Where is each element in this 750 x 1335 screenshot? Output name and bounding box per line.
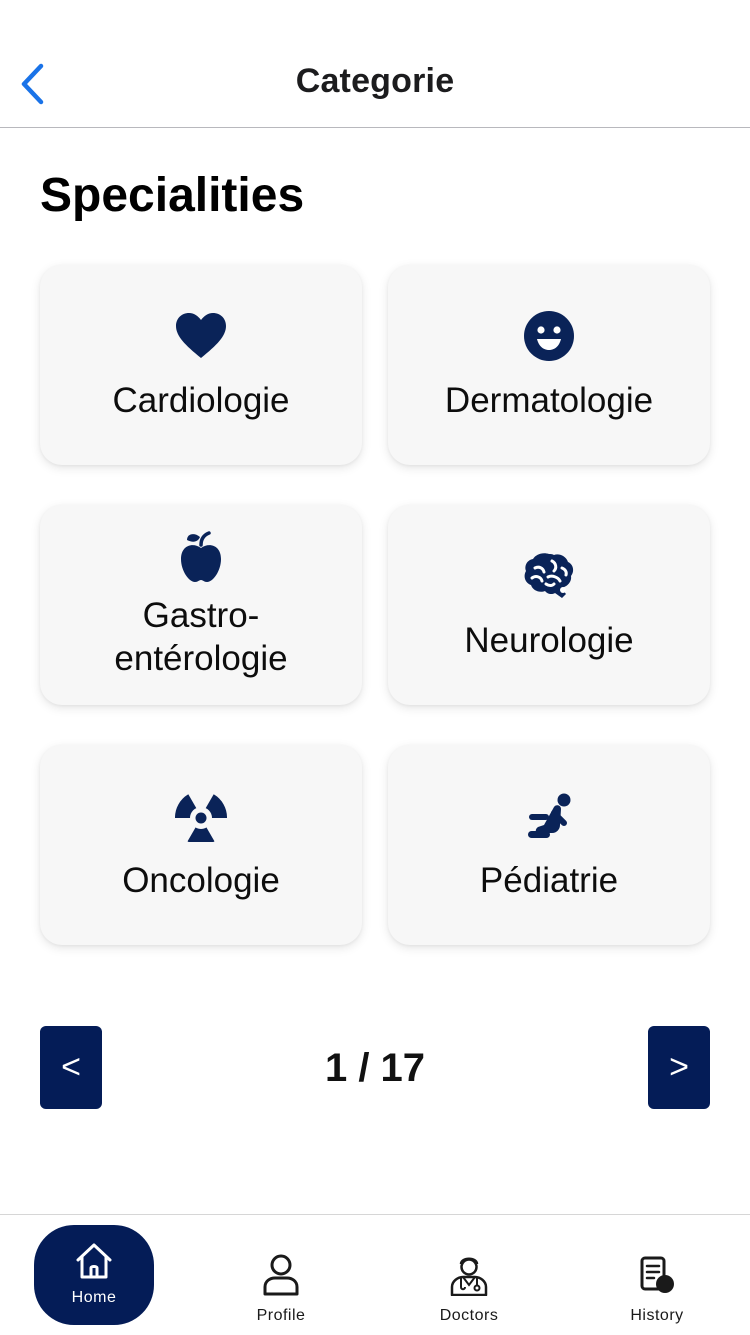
next-page-button[interactable]: > bbox=[648, 1026, 710, 1109]
child-icon bbox=[522, 789, 576, 843]
page-title: Categorie bbox=[295, 62, 455, 100]
speciality-card-pediatrie[interactable]: Pédiatrie bbox=[388, 745, 710, 945]
house-icon bbox=[72, 1239, 116, 1283]
speciality-card-cardiologie[interactable]: Cardiologie bbox=[40, 265, 362, 465]
page-counter: 1 / 17 bbox=[324, 1046, 426, 1090]
history-icon bbox=[635, 1253, 679, 1297]
brain-icon bbox=[522, 549, 576, 603]
user-icon bbox=[259, 1253, 303, 1297]
smiley-icon bbox=[522, 309, 576, 363]
speciality-label: Pédiatrie bbox=[479, 860, 619, 900]
speciality-label: Neurologie bbox=[464, 620, 634, 660]
speciality-card-gastroenterologie[interactable]: Gastro- entérologie bbox=[40, 505, 362, 705]
doctor-icon bbox=[447, 1253, 491, 1297]
tab-label: Home bbox=[71, 1289, 117, 1306]
nav-bar: Categorie bbox=[0, 0, 750, 128]
apple-icon bbox=[174, 530, 228, 584]
tab-home[interactable]: Home bbox=[34, 1225, 154, 1325]
tab-history[interactable]: History bbox=[582, 1215, 732, 1335]
speciality-label: Cardiologie bbox=[112, 380, 290, 420]
speciality-label: Gastro- entérologie bbox=[114, 596, 288, 678]
tab-bar: Home Profile Doctors History bbox=[0, 1214, 750, 1334]
tab-label: Profile bbox=[256, 1307, 306, 1324]
speciality-card-neurologie[interactable]: Neurologie bbox=[388, 505, 710, 705]
speciality-label: Oncologie bbox=[122, 860, 280, 900]
tab-label: History bbox=[630, 1307, 684, 1324]
tab-label: Doctors bbox=[439, 1307, 499, 1324]
speciality-card-dermatologie[interactable]: Dermatologie bbox=[388, 265, 710, 465]
tab-doctors[interactable]: Doctors bbox=[394, 1215, 544, 1335]
heart-icon bbox=[174, 309, 228, 363]
speciality-label: Dermatologie bbox=[444, 380, 654, 420]
section-title: Specialities bbox=[40, 169, 305, 222]
radiation-icon bbox=[174, 789, 228, 843]
speciality-card-oncologie[interactable]: Oncologie bbox=[40, 745, 362, 945]
tab-profile[interactable]: Profile bbox=[206, 1215, 356, 1335]
